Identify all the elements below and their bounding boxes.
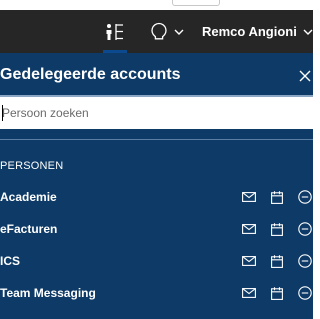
user-name: Remco Angioni bbox=[202, 24, 297, 39]
panel-title: Gedelegeerde accounts bbox=[0, 66, 181, 83]
calendar-icon[interactable] bbox=[269, 222, 285, 236]
text-caret bbox=[2, 105, 3, 121]
partial-control[interactable] bbox=[172, 0, 220, 6]
remove-icon[interactable] bbox=[297, 190, 313, 204]
remove-icon[interactable] bbox=[297, 254, 313, 268]
list-item[interactable]: eFacturen bbox=[0, 213, 313, 245]
mail-icon[interactable] bbox=[241, 190, 257, 204]
person-name: Academie bbox=[0, 190, 57, 204]
list-item[interactable]: ICS bbox=[0, 245, 313, 277]
mail-icon[interactable] bbox=[241, 222, 257, 236]
remove-icon[interactable] bbox=[297, 222, 313, 236]
delegated-accounts-screen: Remco Angioni Gedelegeerde accounts PERS… bbox=[0, 0, 313, 319]
close-icon bbox=[299, 70, 311, 82]
person-name: eFacturen bbox=[0, 222, 58, 236]
top-strip bbox=[0, 0, 313, 10]
list-item[interactable]: Team Messaging bbox=[0, 277, 313, 309]
person-list: Academie eFacturen ICS Team Messaging bbox=[0, 181, 313, 309]
calendar-icon[interactable] bbox=[269, 190, 285, 204]
list-item[interactable]: Academie bbox=[0, 181, 313, 213]
search-box bbox=[0, 95, 313, 129]
delegate-accounts-icon bbox=[105, 23, 125, 41]
remove-icon[interactable] bbox=[297, 286, 313, 300]
person-name: ICS bbox=[0, 254, 21, 268]
calendar-icon[interactable] bbox=[269, 286, 285, 300]
search-input[interactable] bbox=[0, 97, 313, 129]
delegate-accounts-button[interactable] bbox=[98, 10, 132, 53]
mail-icon[interactable] bbox=[241, 254, 257, 268]
calendar-icon[interactable] bbox=[269, 254, 285, 268]
top-header: Remco Angioni bbox=[0, 10, 313, 53]
person-name: Team Messaging bbox=[0, 286, 96, 300]
chevron-down-icon bbox=[303, 28, 313, 36]
section-label: PERSONEN bbox=[0, 160, 64, 172]
lightbulb-help-icon bbox=[150, 22, 168, 42]
help-menu-button[interactable] bbox=[144, 10, 190, 53]
delegated-accounts-panel: Gedelegeerde accounts PERSONEN Academie bbox=[0, 53, 313, 319]
chevron-down-icon bbox=[174, 28, 184, 36]
divider bbox=[0, 139, 313, 140]
user-menu-button[interactable]: Remco Angioni bbox=[196, 10, 313, 53]
close-button[interactable] bbox=[298, 69, 312, 83]
mail-icon[interactable] bbox=[241, 286, 257, 300]
